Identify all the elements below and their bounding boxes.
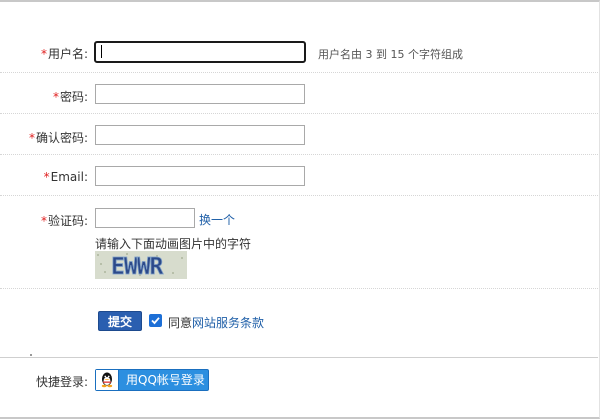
email-row: *Email: <box>0 154 598 196</box>
captcha-input[interactable] <box>95 208 195 228</box>
qq-penguin-icon <box>101 372 113 388</box>
username-label: *用户名: <box>40 47 88 61</box>
agree-checkbox[interactable] <box>149 314 162 327</box>
terms-link[interactable]: 网站服务条款 <box>192 316 264 330</box>
quick-login-label: 快捷登录: <box>36 375 89 389</box>
username-input[interactable] <box>94 41 306 63</box>
required-mark: * <box>52 90 59 104</box>
password-row: *密码: <box>0 72 598 114</box>
captcha-row: *验证码: 换一个 请输入下面动画图片中的字符 <box>0 195 598 289</box>
agree-text: 同意网站服务条款 <box>168 316 265 330</box>
password-input[interactable] <box>95 84 305 104</box>
email-input[interactable] <box>95 166 305 186</box>
qq-login-button[interactable]: 用QQ帐号登录 <box>95 369 209 391</box>
required-mark: * <box>40 214 47 228</box>
confirm-password-input[interactable] <box>95 125 305 145</box>
qq-login-label: 用QQ帐号登录 <box>126 373 205 387</box>
text-caret <box>101 45 102 58</box>
username-hint: 用户名由 3 到 15 个字符组成 <box>318 48 463 61</box>
email-label: *Email: <box>43 170 88 184</box>
confirm-password-label: *确认密码: <box>28 131 88 145</box>
captcha-refresh-link[interactable]: 换一个 <box>199 211 235 228</box>
registration-form: *用户名: 用户名由 3 到 15 个字符组成 *密码: *确认密码: *Ema… <box>0 0 600 419</box>
qq-icon-box <box>96 370 119 390</box>
captcha-label: *验证码: <box>40 214 88 228</box>
captcha-instruction: 请输入下面动画图片中的字符 <box>95 237 252 251</box>
captcha-image[interactable]: EWWR <box>95 251 187 280</box>
submit-button[interactable]: 提交 <box>98 311 142 331</box>
checkmark-icon <box>151 317 160 325</box>
username-row: *用户名: 用户名由 3 到 15 个字符组成 <box>0 2 598 73</box>
password-label: *密码: <box>52 90 88 104</box>
required-mark: * <box>43 170 50 184</box>
divider-dot <box>30 354 32 356</box>
required-mark: * <box>40 47 47 61</box>
captcha-text: EWWR <box>111 254 164 279</box>
submit-row <box>0 288 598 358</box>
required-mark: * <box>28 131 35 145</box>
confirm-password-row: *确认密码: <box>0 113 598 155</box>
captcha-noise: EWWR <box>95 251 187 280</box>
